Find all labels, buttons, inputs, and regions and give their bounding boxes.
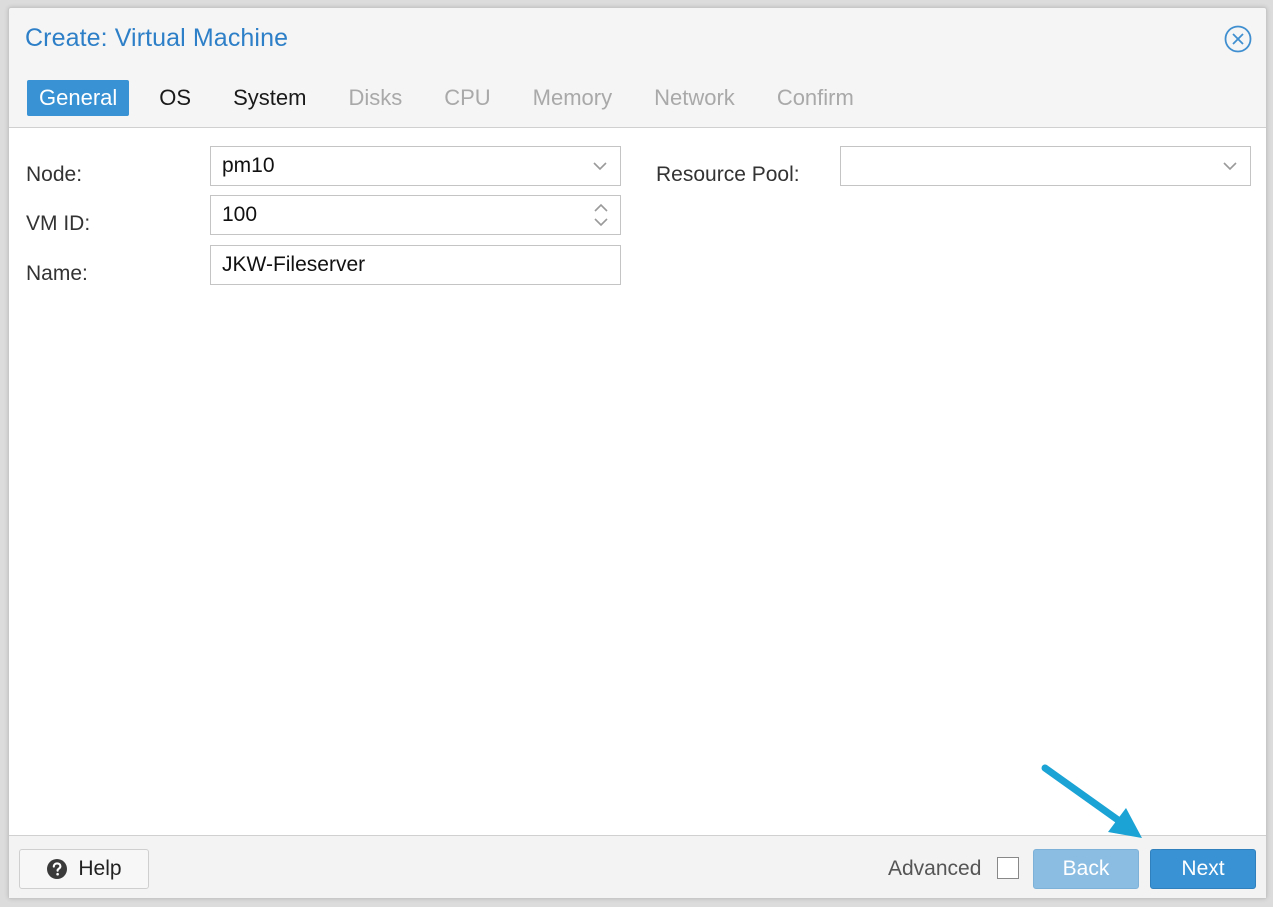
resource-pool-label: Resource Pool: (656, 163, 800, 186)
advanced-label: Advanced (888, 857, 982, 880)
form-panel: Node: pm10 VM ID: 100 Name: JKW-Fileserv… (9, 127, 1266, 836)
tab-memory: Memory (532, 85, 613, 110)
name-input[interactable]: JKW-Fileserver (210, 245, 621, 285)
next-button[interactable]: Next (1150, 849, 1256, 889)
dialog-footer: Help Advanced Back Next (9, 836, 1266, 898)
name-value: JKW-Fileserver (222, 253, 366, 276)
help-button[interactable]: Help (19, 849, 149, 889)
vmid-spinner-field[interactable]: 100 (210, 195, 621, 235)
node-value: pm10 (222, 154, 275, 177)
tab-confirm: Confirm (776, 85, 854, 110)
chevron-down-icon[interactable] (592, 159, 608, 173)
advanced-checkbox[interactable] (997, 857, 1019, 879)
dialog-title: Create: Virtual Machine (25, 24, 289, 52)
back-button[interactable]: Back (1033, 849, 1139, 889)
tab-network: Network (654, 85, 735, 110)
spinner-arrows-icon[interactable] (592, 201, 610, 229)
help-label: Help (78, 857, 122, 880)
name-label: Name: (26, 262, 88, 285)
vmid-value: 100 (222, 203, 258, 226)
node-select[interactable]: pm10 (210, 146, 621, 186)
create-vm-dialog: Create: Virtual Machine General OS Syste… (8, 7, 1267, 899)
wizard-tabs: General OS System Disks CPU Memory Netwo… (27, 79, 884, 117)
resource-pool-select[interactable] (840, 146, 1251, 186)
tab-disks: Disks (348, 85, 403, 110)
tab-general[interactable]: General (27, 80, 130, 116)
close-icon[interactable] (1224, 25, 1252, 53)
node-label: Node: (26, 163, 83, 186)
tab-system[interactable]: System (221, 80, 318, 116)
chevron-down-icon[interactable] (1222, 159, 1238, 173)
vmid-label: VM ID: (26, 212, 91, 235)
tab-os[interactable]: OS (147, 80, 203, 116)
dialog-titlebar: Create: Virtual Machine (9, 8, 1266, 70)
tab-cpu: CPU (444, 85, 491, 110)
question-circle-icon (47, 859, 68, 879)
